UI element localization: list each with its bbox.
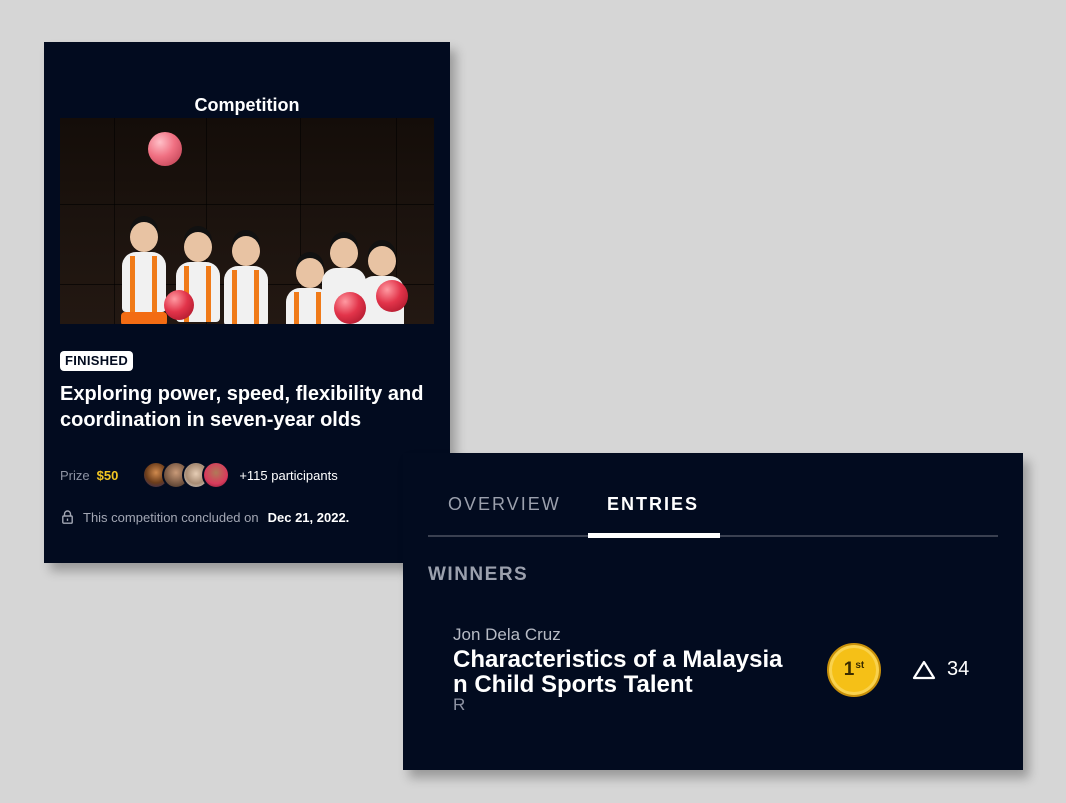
winner-author[interactable]: Jon Dela Cruz	[453, 625, 561, 645]
tab-bar: OVERVIEW ENTRIES	[428, 491, 998, 538]
concluded-text: This competition concluded on	[83, 509, 259, 525]
competition-title[interactable]: Exploring power, speed, flexibility and …	[60, 381, 440, 433]
competition-header: Competition	[194, 95, 300, 115]
status-badge: FINISHED	[60, 351, 134, 371]
prize-row: Prize $50 +115 participants	[60, 458, 438, 492]
concluded-date: Dec 21, 2022.	[267, 509, 350, 525]
winners-heading: WINNERS	[428, 564, 529, 585]
prize-label: Prize	[60, 467, 90, 483]
medal-place: 1	[843, 659, 855, 680]
gold-medal-icon: 1 st	[827, 643, 881, 697]
vote-control[interactable]: 34	[912, 658, 969, 681]
entries-panel: OVERVIEW ENTRIES WINNERS Jon Dela Cruz C…	[403, 453, 1023, 770]
competition-card: Competition FINISHED Exploring power, sp…	[44, 42, 450, 563]
avatar	[202, 461, 231, 489]
concluded-row: This competition concluded on Dec 21, 20…	[62, 508, 349, 526]
winner-entry[interactable]: Jon Dela Cruz Characteristics of a Malay…	[453, 625, 993, 725]
tab-overview[interactable]: OVERVIEW	[448, 491, 561, 517]
participants-count[interactable]: +115 participants	[239, 468, 337, 483]
lock-icon	[62, 510, 73, 524]
tab-entries[interactable]: ENTRIES	[607, 491, 699, 517]
medal-place-suffix: st	[855, 660, 865, 671]
participant-avatars[interactable]	[142, 461, 231, 489]
upvote-triangle-icon[interactable]	[912, 660, 936, 680]
winner-title[interactable]: Characteristics of a Malaysian Child Spo…	[453, 647, 783, 697]
competition-cover-image	[60, 118, 434, 324]
vote-count: 34	[947, 658, 970, 680]
prize-value: $50	[96, 467, 119, 483]
winner-title-tail: R	[453, 695, 466, 714]
active-tab-indicator	[588, 533, 720, 538]
